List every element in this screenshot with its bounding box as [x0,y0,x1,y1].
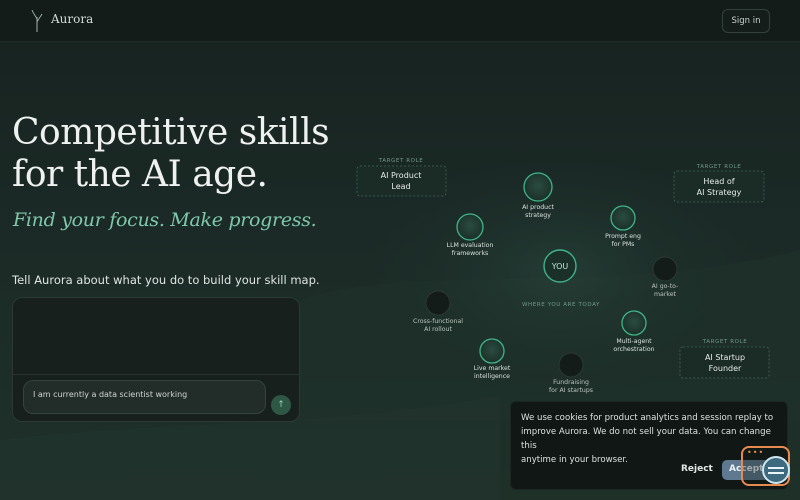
target-title-line1: AI Product [381,171,422,180]
sprout-icon [31,9,43,32]
target-role-ai-product-lead[interactable]: TARGET ROLE AI Product Lead [356,158,447,197]
title-line-1: Competitive skills [12,112,330,153]
page-title: Competitive skills for the AI age. [12,112,332,196]
skill-label-line2: intelligence [474,373,510,380]
chat-panel: I am currently a data scientist working … [12,297,300,422]
skill-label-line1: Prompt eng [605,233,641,240]
chat-input[interactable]: I am currently a data scientist working [23,380,266,414]
target-title-line1: AI Startup [705,353,745,362]
top-navigation: Aurora Sign in [0,0,800,42]
widget-dots-icon: ••• [747,448,765,457]
target-eyebrow: TARGET ROLE [378,158,424,164]
brand-name[interactable]: Aurora [51,12,93,26]
skill-label-line2: frameworks [452,250,489,257]
skill-label-line1: LLM evaluation [447,242,494,249]
skill-label-line2: orchestration [613,346,654,353]
intro-prompt: Tell Aurora about what you do to build y… [12,273,320,287]
arrow-up-icon: ↑ [277,400,285,410]
skill-label-line1: Multi-agent [616,338,652,345]
skill-label-line2: strategy [525,212,551,219]
panel-divider [13,374,299,375]
widget-face-icon [762,456,790,484]
skill-label-line1: Live market [474,365,511,372]
reject-button[interactable]: Reject [681,464,713,474]
target-eyebrow: TARGET ROLE [696,164,742,170]
target-title-line2: Founder [709,364,742,373]
skill-label-line2: for AI startups [549,387,593,394]
target-title-line2: AI Strategy [697,188,742,197]
skill-label-line2: AI rollout [424,326,452,333]
you-label: YOU [551,262,569,271]
tagline: Find your focus. Make progress. [13,209,317,231]
title-line-2: for the AI age. [12,154,268,195]
skill-label-line2: for PMs [612,241,635,248]
skill-label-line1: AI product [522,204,554,211]
you-node[interactable]: YOU [543,249,577,283]
map-caption: WHERE YOU ARE TODAY [522,302,600,308]
skill-label-line1: Cross-functional [413,318,463,325]
skill-label-line1: AI go-to- [652,283,679,290]
sign-in-button[interactable]: Sign in [722,9,770,33]
skill-label-line2: market [654,291,677,298]
target-title-line2: Lead [391,182,410,191]
skill-label-line1: Fundraising [553,379,589,386]
send-button[interactable]: ↑ [271,395,291,415]
chat-widget-icon[interactable]: ••• [741,446,790,486]
target-eyebrow: TARGET ROLE [702,339,748,345]
target-title-line1: Head of [703,177,734,186]
cookie-line-1: We use cookies for product analytics and… [521,413,774,423]
